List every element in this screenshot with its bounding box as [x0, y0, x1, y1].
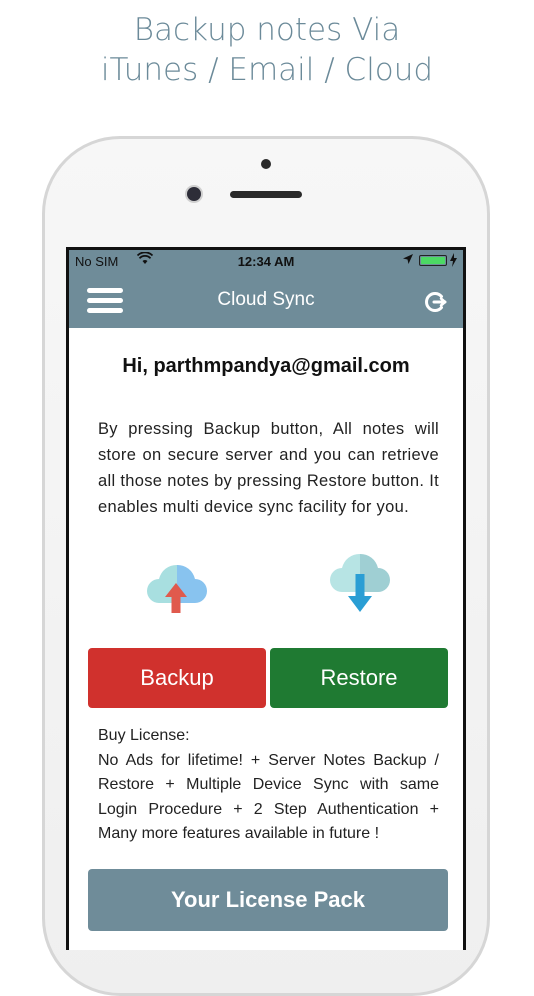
logout-icon[interactable] — [423, 290, 447, 314]
page-title: Cloud Sync — [217, 289, 315, 310]
promo-line-1: Backup notes Via — [133, 12, 401, 48]
front-camera — [187, 187, 201, 201]
license-pack-button[interactable]: Your License Pack — [88, 869, 448, 931]
app-screen: No SIM 12:34 AM Cloud Sync Hi, parthmpan… — [66, 247, 466, 950]
location-icon — [402, 253, 414, 268]
license-info: Buy License: No Ads for lifetime! + Serv… — [98, 724, 439, 847]
status-bar: No SIM 12:34 AM — [69, 250, 463, 274]
license-features: No Ads for lifetime! + Server Notes Back… — [98, 751, 439, 843]
cloud-upload-icon — [145, 557, 209, 615]
restore-button[interactable]: Restore — [270, 648, 448, 708]
license-title: Buy License: — [98, 727, 190, 744]
backup-button[interactable]: Backup — [88, 648, 266, 708]
backup-description: By pressing Backup button, All notes wil… — [98, 420, 439, 516]
phone-speaker — [230, 191, 302, 198]
nav-bar: Cloud Sync — [69, 274, 463, 328]
cloud-download-icon — [328, 552, 392, 616]
battery-icon — [419, 255, 447, 266]
greeting-text: Hi, parthmpandya@gmail.com — [122, 355, 410, 377]
phone-sensor — [261, 159, 271, 169]
charging-icon — [450, 253, 457, 270]
promo-caption: Backup notes Via iTunes / Email / Cloud — [0, 10, 534, 90]
promo-line-2: iTunes / Email / Cloud — [100, 52, 434, 88]
